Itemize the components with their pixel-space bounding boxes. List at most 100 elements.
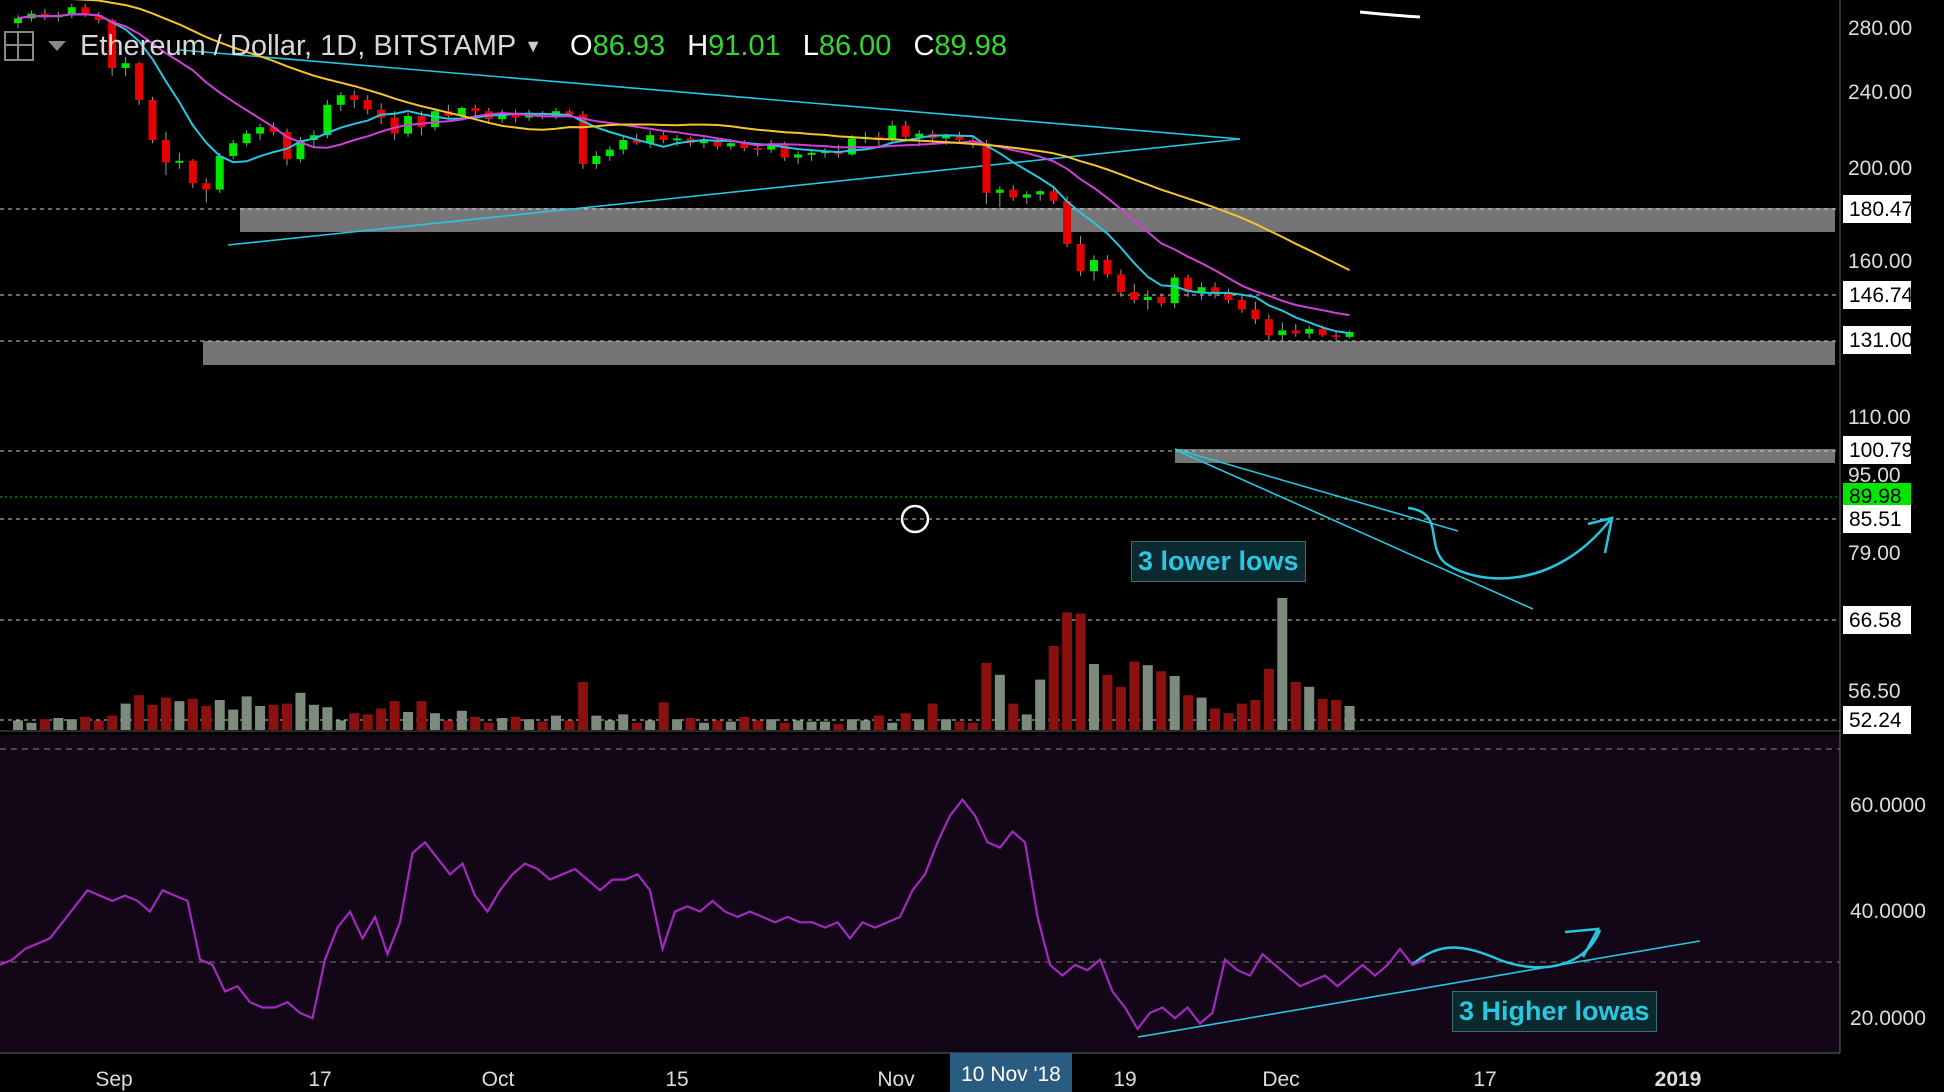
price-tick-160: 160.00	[1848, 250, 1912, 273]
volume-bar	[941, 719, 952, 730]
volume-bar	[93, 720, 104, 730]
candle-body	[350, 95, 359, 100]
time-tick-nov: Nov	[877, 1068, 915, 1091]
low-label: L	[802, 29, 819, 62]
candle-body	[753, 148, 762, 150]
price-tick-240: 240.00	[1848, 81, 1912, 104]
candle-body	[323, 104, 332, 136]
rsi-tick-40: 40.0000	[1850, 900, 1926, 923]
chart-settings-icon[interactable]	[4, 31, 34, 61]
volume-bar	[174, 701, 185, 730]
volume-bar	[1035, 679, 1046, 730]
candle-body	[673, 138, 682, 141]
candle-body	[1022, 194, 1031, 198]
time-tick-17-dec: 17	[1473, 1068, 1496, 1091]
level-label-66: 66.58	[1849, 609, 1902, 632]
current-price-label: 89.98	[1849, 485, 1902, 508]
collapse-icon[interactable]	[48, 41, 66, 51]
volume-bar	[241, 696, 252, 730]
symbol-title[interactable]: Ethereum / Dollar, 1D, BITSTAMP	[80, 30, 516, 63]
volume-bar	[201, 706, 212, 730]
volume-bar	[927, 703, 938, 730]
price-tick-280: 280.00	[1848, 17, 1912, 40]
candle-body	[229, 143, 238, 156]
candle-body	[202, 183, 211, 190]
volume-bar	[389, 701, 400, 730]
close-value: 89.98	[934, 29, 1007, 62]
candle-body	[915, 133, 924, 137]
candle-body	[726, 143, 735, 147]
volume-bar	[282, 703, 292, 730]
candle-body	[336, 95, 345, 105]
candle-body	[1049, 191, 1058, 201]
volume-bar	[335, 720, 346, 730]
volume-bar	[362, 714, 373, 730]
volume-bar	[349, 713, 360, 730]
volume-bar	[187, 698, 198, 730]
volume-bar	[134, 695, 145, 730]
volume-bar	[1183, 695, 1194, 730]
candle-body	[1076, 244, 1085, 272]
volume-bar	[416, 701, 427, 730]
volume-bar	[456, 710, 467, 730]
volume-bar	[403, 712, 414, 730]
volume-bar	[631, 722, 642, 730]
volume-bar	[429, 713, 440, 730]
candle-body	[888, 125, 897, 140]
volume-bar	[672, 719, 683, 730]
volume-bar	[120, 703, 131, 730]
volume-bar	[1290, 682, 1301, 730]
chart-header: Ethereum / Dollar, 1D, BITSTAMP ▼ O 86.93…	[0, 18, 1023, 74]
volume-bar	[820, 721, 830, 730]
volume-bar	[53, 718, 64, 730]
candle-body	[215, 156, 224, 190]
candle-body	[256, 127, 265, 134]
candle-body	[1251, 309, 1260, 320]
volume-bar	[577, 682, 588, 730]
volume-bar	[914, 719, 925, 730]
volume-bar	[698, 722, 709, 730]
volume-bar	[887, 722, 898, 730]
candle-body	[430, 111, 439, 128]
volume-bar	[954, 721, 965, 730]
volume-bar	[510, 716, 521, 730]
rsi-tick-20: 20.0000	[1850, 1007, 1926, 1030]
high-value: 91.01	[708, 29, 781, 62]
candle-body	[188, 160, 197, 184]
volume-bar	[376, 708, 387, 730]
time-tick-dec: Dec	[1262, 1068, 1299, 1091]
high-label: H	[687, 29, 709, 62]
candle-body	[1063, 200, 1072, 244]
volume-bar	[107, 715, 118, 730]
volume-bar	[268, 704, 279, 730]
volume-bar	[1263, 668, 1274, 730]
volume-bar	[228, 709, 239, 730]
candle-body	[605, 149, 614, 156]
volume-bar	[66, 719, 77, 730]
volume-bar	[214, 700, 225, 730]
volume-bar	[1115, 686, 1126, 730]
volume-bar	[752, 720, 763, 730]
candle-body	[1197, 287, 1206, 292]
candle-body	[1291, 330, 1300, 334]
symbol-dropdown-icon[interactable]: ▼	[524, 36, 542, 57]
volume-bar	[295, 692, 306, 730]
volume-bar	[1075, 613, 1086, 730]
volume-bar	[39, 719, 50, 730]
candle-body	[1264, 319, 1273, 336]
volume-bar	[551, 715, 561, 730]
candle-body	[363, 100, 372, 110]
candle-body	[982, 143, 991, 193]
price-tick-79: 79.00	[1848, 542, 1901, 565]
candle-body	[417, 116, 426, 128]
candle-body	[659, 135, 668, 140]
volume-bar	[147, 704, 158, 730]
volume-bar	[322, 707, 333, 730]
candle-body	[807, 152, 816, 155]
candle-body	[1090, 260, 1098, 272]
level-label-131: 131.00	[1849, 329, 1913, 352]
time-tick-17-sep: 17	[308, 1068, 331, 1091]
time-tick-15-oct: 15	[665, 1068, 688, 1091]
volume-bar	[255, 706, 266, 730]
volume-bar	[1062, 612, 1073, 730]
